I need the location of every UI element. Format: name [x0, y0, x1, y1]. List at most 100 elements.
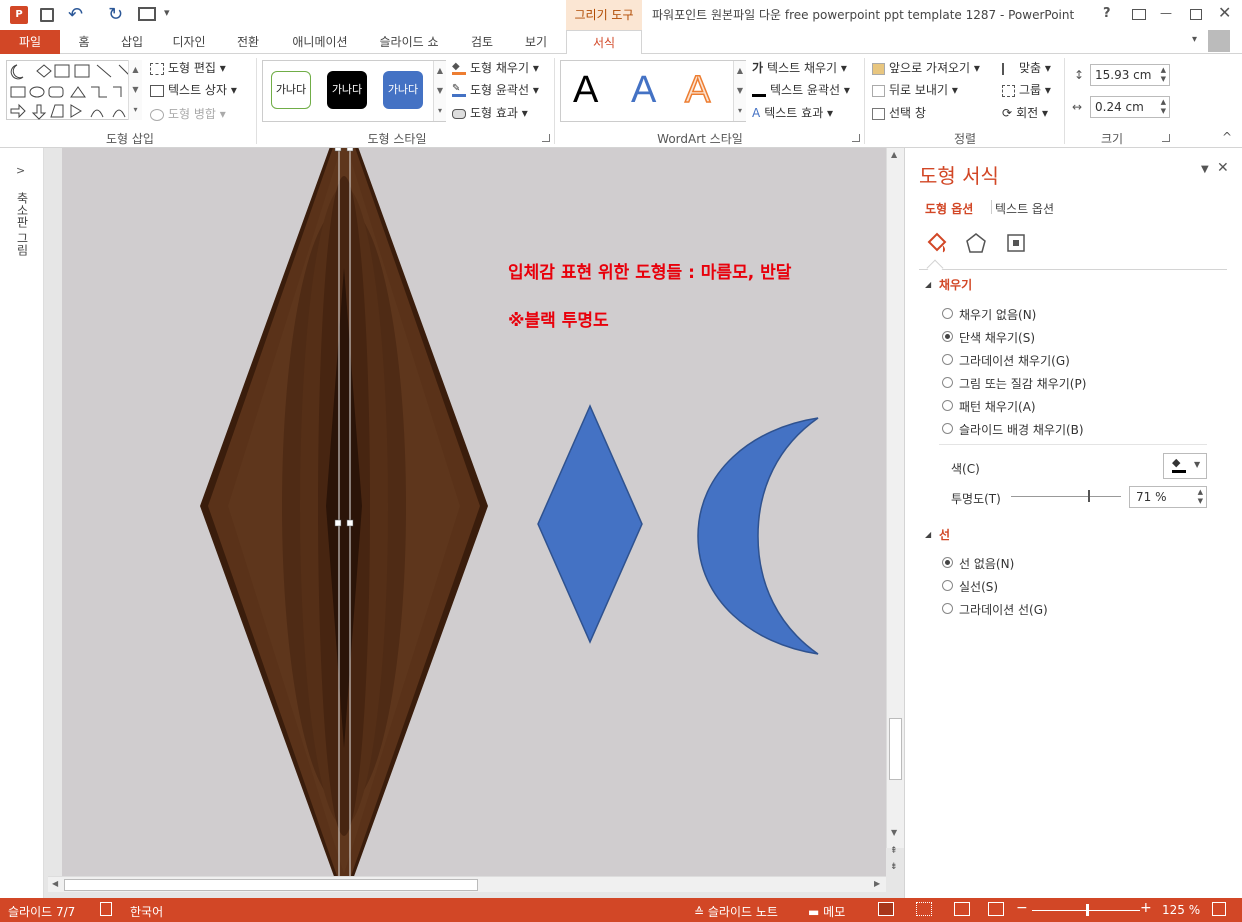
maximize-icon[interactable] [1190, 9, 1202, 20]
minimize-icon[interactable]: — [1160, 6, 1172, 20]
horizontal-scroll-thumb[interactable] [64, 879, 478, 891]
next-slide-icon[interactable]: ⇟ [890, 862, 898, 872]
thumbnail-pane-collapsed[interactable]: > 축소판 그림 [0, 148, 44, 898]
shape-style-scroll[interactable]: ▲ ▼ ▾ [433, 61, 446, 121]
label-gradient-line[interactable]: 그라데이션 선(G) [959, 601, 1048, 618]
text-fill-button[interactable]: 가 텍스트 채우기 ▾ [752, 58, 847, 78]
previous-slide-icon[interactable]: ⇞ [890, 846, 898, 856]
shape-gallery-scroll[interactable]: ▲ ▼ ▾ [128, 60, 142, 120]
pane-close-icon[interactable]: ✕ [1217, 160, 1229, 176]
transparency-slider-thumb[interactable] [1088, 490, 1090, 502]
tab-insert[interactable]: 삽입 [110, 30, 154, 54]
tab-transitions[interactable]: 전환 [226, 30, 270, 54]
label-background-fill[interactable]: 슬라이드 배경 채우기(B) [959, 421, 1084, 438]
help-icon[interactable]: ? [1103, 6, 1111, 21]
fit-slide-icon[interactable] [1212, 902, 1226, 916]
fill-section-header[interactable]: 채우기 [939, 276, 972, 293]
line-section-header[interactable]: 선 [939, 526, 950, 543]
send-backward-button[interactable]: 뒤로 보내기 ▾ [872, 80, 958, 100]
label-no-line[interactable]: 선 없음(N) [959, 555, 1014, 572]
edit-shape-button[interactable]: 도형 편집 ▾ [150, 58, 226, 78]
scroll-down-icon[interactable]: ▼ [891, 828, 897, 837]
normal-view-icon[interactable] [878, 902, 894, 916]
align-button[interactable]: 맞춤 ▾ [1002, 58, 1051, 78]
width-spinner-icon[interactable]: ▲ ▼ [1161, 98, 1166, 116]
wordart-blue[interactable]: A [631, 69, 656, 112]
zoom-out-icon[interactable]: − [1016, 900, 1028, 916]
label-solid-line[interactable]: 실선(S) [959, 578, 998, 595]
shape-style-blue[interactable]: 가나다 [383, 71, 423, 109]
language-indicator[interactable]: 한국어 [130, 903, 163, 920]
radio-no-line[interactable] [942, 557, 953, 568]
reading-view-icon[interactable] [954, 902, 970, 916]
tab-view[interactable]: 보기 [514, 30, 558, 54]
fill-section-toggle-icon[interactable]: ◢ [925, 280, 931, 289]
tab-text-options[interactable]: 텍스트 옵션 [995, 200, 1054, 217]
close-icon[interactable]: ✕ [1218, 3, 1231, 22]
wordart-orange-outline[interactable]: A [684, 68, 711, 112]
color-picker-button[interactable]: ◆ ▼ [1163, 453, 1207, 479]
vertical-scrollbar[interactable]: ▲ ▼ [886, 148, 904, 848]
comments-button[interactable]: ▬ 메모 [808, 903, 845, 920]
radio-background-fill[interactable] [942, 423, 953, 434]
tab-animations[interactable]: 애니메이션 [280, 30, 360, 54]
tab-file[interactable]: 파일 [0, 30, 60, 54]
zoom-in-icon[interactable]: + [1140, 900, 1152, 916]
tab-format[interactable]: 서식 [566, 30, 642, 55]
scroll-thumb[interactable] [889, 718, 902, 780]
undo-icon[interactable]: ↶ [68, 4, 83, 25]
text-box-button[interactable]: 텍스트 상자 ▾ [150, 80, 237, 100]
slideshow-view-icon[interactable] [988, 902, 1004, 916]
collapse-ribbon-icon[interactable]: ^ [1222, 130, 1232, 144]
tab-review[interactable]: 검토 [460, 30, 504, 54]
radio-solid-line[interactable] [942, 580, 953, 591]
zoom-level[interactable]: 125 % [1162, 903, 1200, 917]
scroll-right-icon[interactable]: ▶ [874, 879, 880, 888]
text-effects-button[interactable]: A 텍스트 효과 ▾ [752, 103, 833, 123]
expand-thumbnails-icon[interactable]: > [16, 164, 25, 177]
label-gradient-fill[interactable]: 그라데이션 채우기(G) [959, 352, 1070, 369]
wordart-black[interactable]: A [573, 69, 598, 112]
notes-button[interactable]: ≙ 슬라이드 노트 [694, 903, 778, 920]
start-from-beginning-icon[interactable] [138, 7, 156, 21]
blue-diamond-shape[interactable] [537, 404, 643, 644]
bring-forward-button[interactable]: 앞으로 가져오기 ▾ [872, 58, 980, 78]
merge-shapes-button[interactable]: 도형 병합 ▾ [150, 104, 226, 124]
selection-handle[interactable] [334, 519, 342, 527]
slide-text-note[interactable]: ※블랙 투명도 [508, 306, 609, 331]
account-dropdown-icon[interactable]: ▾ [1192, 34, 1197, 45]
radio-picture-fill[interactable] [942, 377, 953, 388]
slide-canvas[interactable]: 입체감 표현 위한 도형들 : 마름모, 반달 ※블랙 투명도 [62, 148, 886, 876]
group-button[interactable]: 그룹 ▾ [1002, 80, 1051, 100]
shape-styles-launcher-icon[interactable] [542, 134, 550, 142]
size-properties-icon[interactable] [1005, 232, 1027, 254]
label-solid-fill[interactable]: 단색 채우기(S) [959, 329, 1035, 346]
user-avatar[interactable] [1208, 30, 1230, 52]
shape-outline-button[interactable]: ✎ 도형 윤곽선 ▾ [452, 80, 539, 100]
scroll-up-icon[interactable]: ▲ [891, 150, 897, 159]
shape-effects-button[interactable]: 도형 효과 ▾ [452, 103, 528, 123]
selection-pane-button[interactable]: 선택 창 [872, 103, 926, 123]
shape-width-input[interactable]: 0.24 cm ▲ ▼ [1090, 96, 1170, 118]
fill-line-icon[interactable] [925, 232, 947, 254]
height-spinner-icon[interactable]: ▲ ▼ [1161, 66, 1166, 84]
label-picture-fill[interactable]: 그림 또는 질감 채우기(P) [959, 375, 1086, 392]
label-no-fill[interactable]: 채우기 없음(N) [959, 306, 1036, 323]
pane-options-dropdown-icon[interactable]: ▼ [1201, 164, 1209, 175]
redo-icon[interactable]: ↻ [108, 4, 123, 25]
spell-check-icon[interactable] [100, 902, 112, 916]
customize-qat-icon[interactable]: ▾ [164, 6, 170, 19]
slide-number[interactable]: 슬라이드 7/7 [8, 903, 75, 920]
tab-design[interactable]: 디자인 [160, 30, 218, 54]
radio-gradient-fill[interactable] [942, 354, 953, 365]
selection-handle[interactable] [346, 519, 354, 527]
ribbon-display-options-icon[interactable] [1132, 9, 1146, 20]
transparency-slider-track[interactable] [1011, 496, 1121, 497]
shape-style-black[interactable]: 가나다 [327, 71, 367, 109]
radio-gradient-line[interactable] [942, 603, 953, 614]
effects-pentagon-icon[interactable] [965, 232, 987, 254]
selection-handle[interactable] [334, 148, 342, 152]
wordart-scroll[interactable]: ▲ ▼ ▾ [733, 61, 746, 121]
radio-solid-fill[interactable] [942, 331, 953, 342]
text-outline-button[interactable]: 텍스트 윤곽선 ▾ [752, 80, 850, 100]
